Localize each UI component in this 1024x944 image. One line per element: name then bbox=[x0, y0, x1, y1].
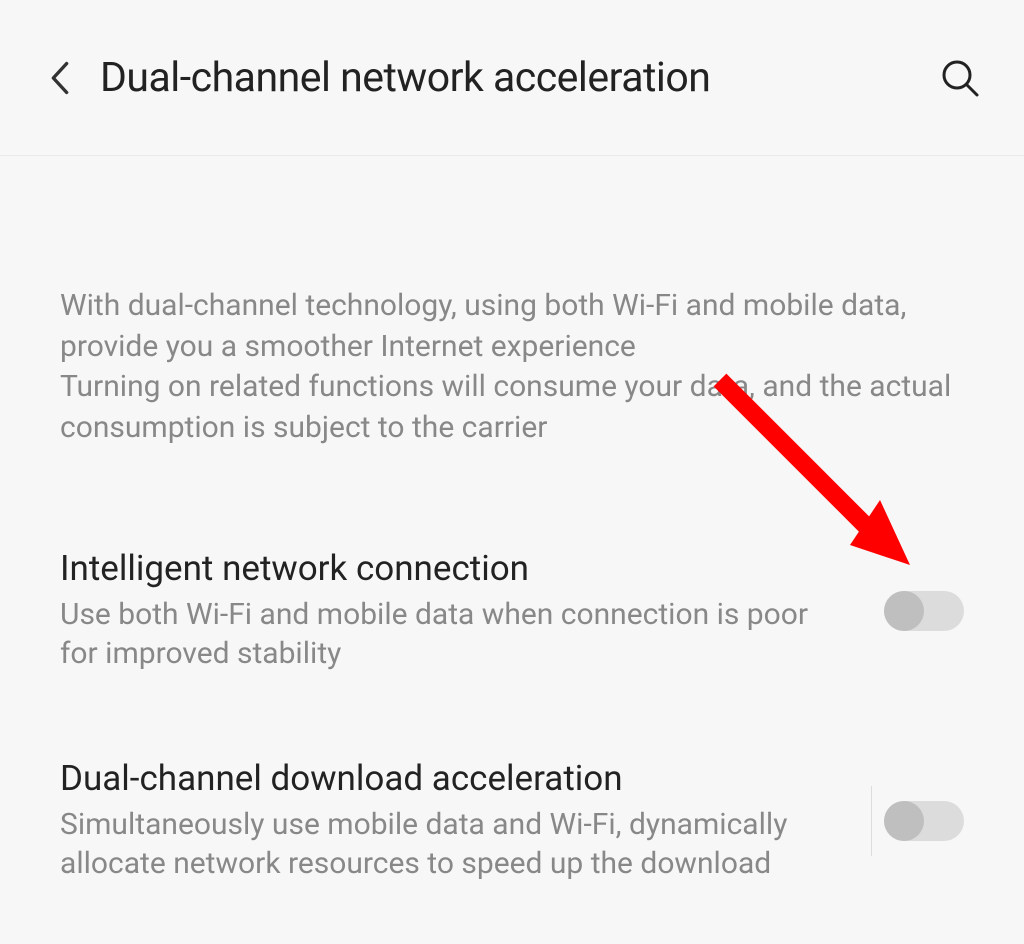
setting-text: Intelligent network connection Use both … bbox=[60, 548, 884, 673]
back-button[interactable] bbox=[40, 58, 80, 98]
intelligent-network-toggle[interactable] bbox=[884, 591, 964, 631]
toggle-knob bbox=[884, 801, 924, 841]
header: Dual-channel network acceleration bbox=[0, 0, 1024, 156]
chevron-left-icon bbox=[50, 61, 70, 95]
setting-title: Intelligent network connection bbox=[60, 548, 844, 589]
toggle-wrapper bbox=[884, 591, 964, 631]
setting-dual-channel-download[interactable]: Dual-channel download acceleration Simul… bbox=[60, 758, 964, 883]
search-button[interactable] bbox=[936, 54, 984, 102]
toggle-wrapper bbox=[871, 786, 964, 856]
setting-subtitle: Simultaneously use mobile data and Wi-Fi… bbox=[60, 805, 831, 883]
setting-title: Dual-channel download acceleration bbox=[60, 758, 831, 799]
feature-description: With dual-channel technology, using both… bbox=[60, 286, 964, 448]
page-title: Dual-channel network acceleration bbox=[80, 54, 936, 102]
search-icon bbox=[940, 58, 980, 98]
setting-subtitle: Use both Wi-Fi and mobile data when conn… bbox=[60, 595, 844, 673]
setting-text: Dual-channel download acceleration Simul… bbox=[60, 758, 871, 883]
dual-channel-download-toggle[interactable] bbox=[884, 801, 964, 841]
content: With dual-channel technology, using both… bbox=[0, 286, 1024, 883]
setting-intelligent-network[interactable]: Intelligent network connection Use both … bbox=[60, 548, 964, 673]
divider bbox=[871, 786, 872, 856]
toggle-knob bbox=[884, 591, 924, 631]
